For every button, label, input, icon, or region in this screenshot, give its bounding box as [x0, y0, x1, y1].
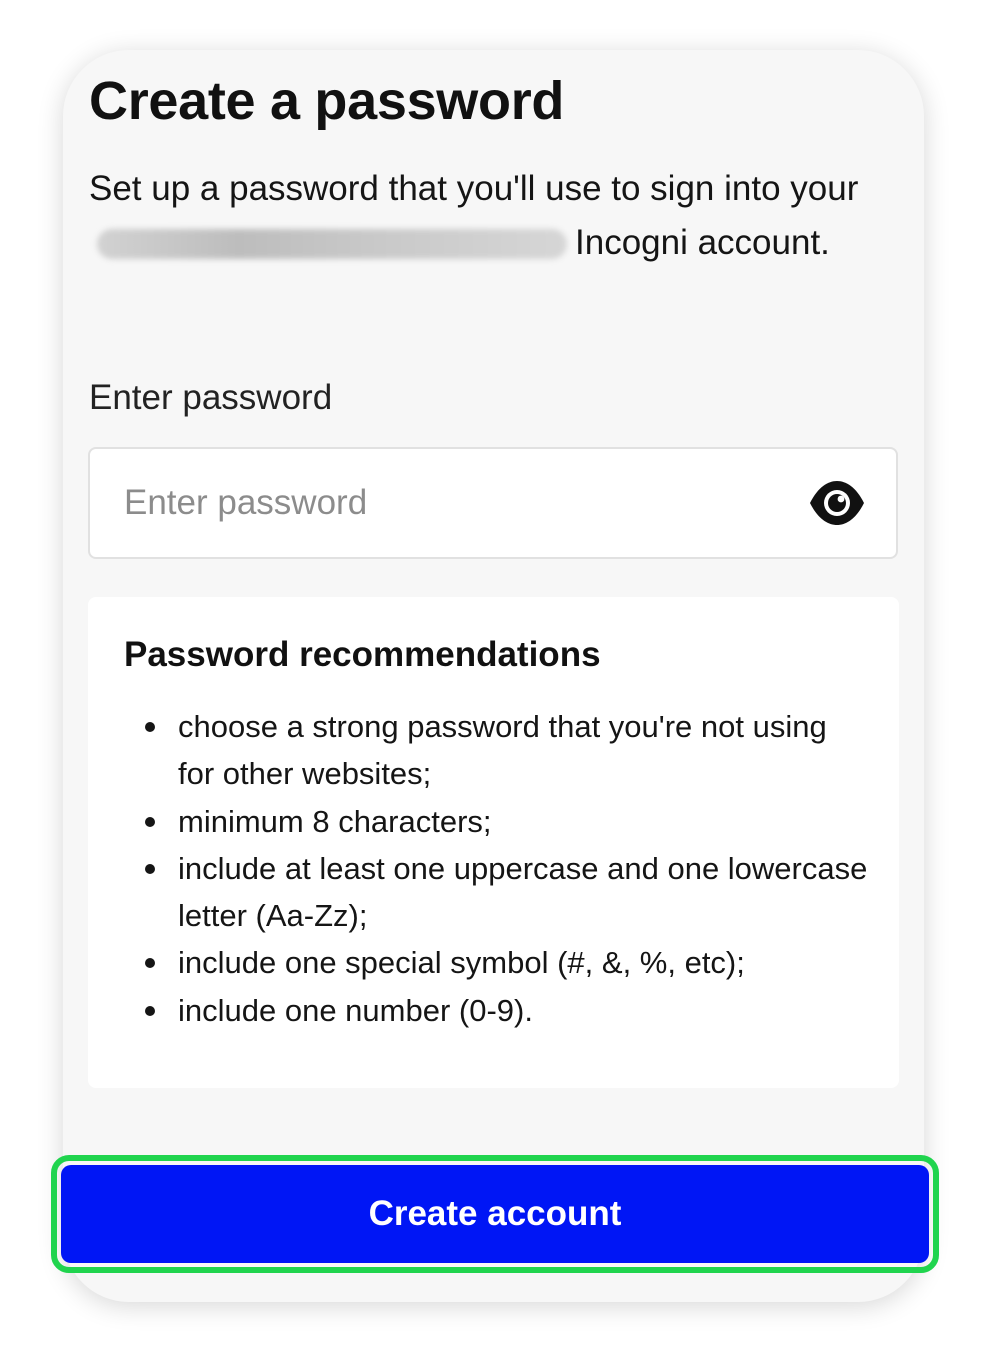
password-label: Enter password [89, 378, 333, 417]
recommendation-item: include one special symbol (#, &, %, etc… [145, 939, 868, 986]
recommendations-list: choose a strong password that you're not… [145, 703, 868, 1034]
bullet-icon [145, 722, 155, 732]
password-recommendations: Password recommendations choose a strong… [88, 597, 899, 1088]
password-field [88, 447, 898, 559]
recommendations-title: Password recommendations [124, 635, 601, 674]
recommendation-item: include at least one uppercase and one l… [145, 845, 868, 940]
eye-icon [810, 481, 864, 525]
create-account-highlight: Create account [51, 1155, 939, 1273]
recommendation-item: minimum 8 characters; [145, 798, 868, 845]
redacted-email [97, 229, 567, 259]
page-title: Create a password [89, 71, 565, 131]
subtitle-text-start: Set up a password that you'll use to sig… [89, 169, 859, 208]
show-password-button[interactable] [808, 479, 866, 527]
bullet-icon [145, 1005, 155, 1016]
page: Create a password Set up a password that… [0, 0, 990, 1353]
recommendation-item: choose a strong password that you're not… [145, 703, 868, 798]
bullet-icon [145, 863, 155, 874]
subtitle-text-end: Incogni account. [575, 223, 830, 262]
bullet-icon [145, 816, 155, 827]
password-input[interactable] [124, 449, 764, 557]
create-account-button[interactable]: Create account [61, 1165, 929, 1263]
bullet-icon [145, 958, 155, 969]
page-subtitle: Set up a password that you'll use to sig… [89, 162, 869, 270]
recommendation-item: include one number (0-9). [145, 987, 868, 1034]
